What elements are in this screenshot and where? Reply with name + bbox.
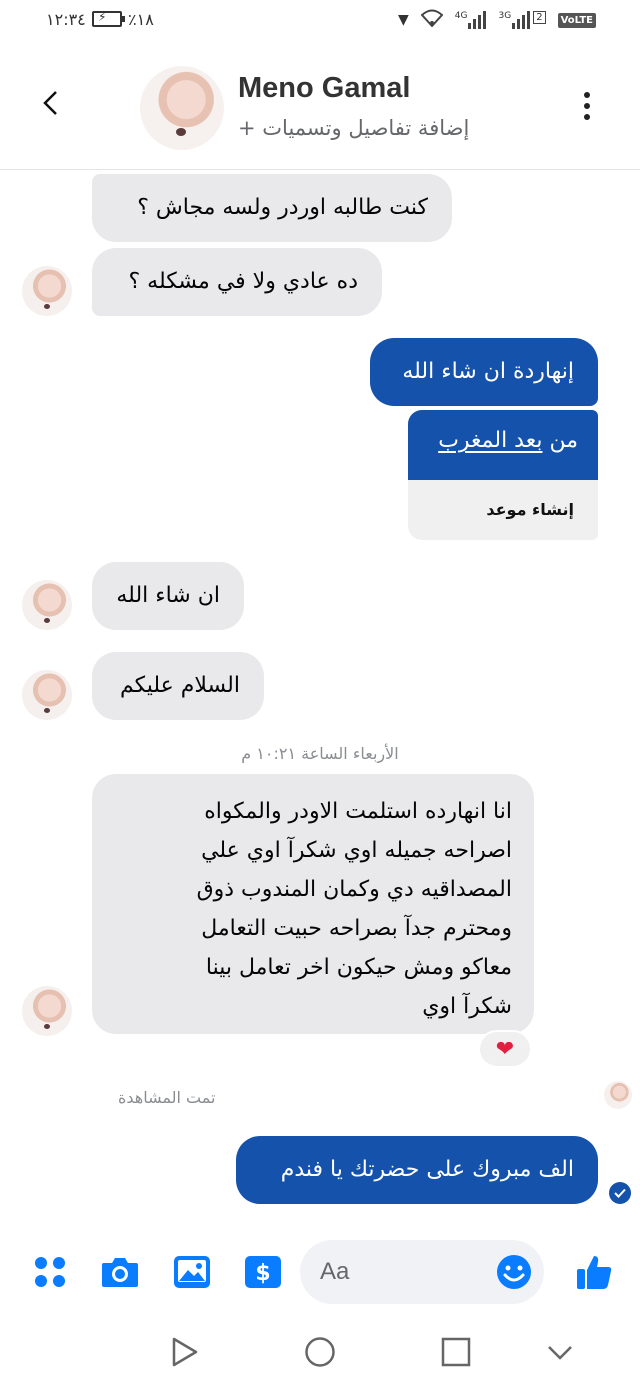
gallery-icon[interactable] [172,1252,212,1292]
status-icons: ▼ 4G 3G 2 VoLTE [398,9,596,31]
battery-percent: ٪١٨ [128,10,154,29]
message-line: معاكو ومش حيكون اخر تعامل بينا [205,955,512,980]
payment-icon[interactable]: $ [243,1252,283,1292]
battery-icon: ⚡ [92,10,125,27]
message-bubble-incoming[interactable]: ده عادي ولا في مشكله ؟ [92,248,382,316]
recents-square-icon[interactable] [440,1336,472,1368]
back-arrow-icon[interactable] [40,90,62,115]
conversation-header: Meno Gamal + إضافة تفاصيل وتسميات [0,44,640,170]
alarm-icon: ▼ [398,12,409,28]
chevron-down-icon[interactable] [544,1336,576,1368]
appointment-suggestion-card[interactable]: من بعد المغرب إنشاء موعد [408,410,598,540]
home-circle-icon[interactable] [304,1336,336,1368]
message-text: ان شاء الله [116,583,220,608]
message-line: شكرآ اوي [422,994,512,1019]
contact-avatar-small[interactable] [22,266,72,316]
message-text: السلام عليكم [119,673,240,698]
message-bubble-incoming-long[interactable]: انا انهارده استلمت الاودر والمكواه اصراح… [92,774,534,1034]
message-line: المصداقيه دي وكمان المندوب ذوق [196,877,512,902]
like-thumbs-up-icon[interactable] [574,1252,614,1292]
seen-avatar [604,1081,632,1109]
signal-3g-icon: 3G 2 [498,11,546,29]
message-text: ده عادي ولا في مشكله ؟ [128,269,358,294]
contact-avatar[interactable] [140,66,224,150]
message-text: الف مبروك على حضرتك يا فندم [280,1157,574,1182]
status-bar: ١٢:٣٤ ⚡ ٪١٨ ▼ 4G 3G 2 VoLTE [0,0,640,44]
delivered-check-icon [609,1182,631,1204]
message-timestamp: الأربعاء الساعة ١٠:٢١ م [241,744,399,763]
emoji-icon[interactable] [496,1254,532,1290]
seen-label: تمت المشاهدة [118,1088,216,1107]
time-link[interactable]: بعد المغرب [438,428,542,453]
message-text: إنهاردة ان شاء الله [402,359,574,384]
message-input[interactable] [320,1254,480,1290]
camera-icon[interactable] [100,1252,140,1292]
apps-grid-icon[interactable] [30,1252,70,1292]
message-text: كنت طالبه اوردر ولسه مجاش ؟ [137,195,428,220]
contact-avatar-small[interactable] [22,986,72,1036]
back-triangle-icon[interactable] [168,1336,200,1368]
appointment-message: من بعد المغرب [408,410,598,480]
signal-4g-icon: 4G [455,11,487,29]
contact-avatar-small[interactable] [22,580,72,630]
message-bubble-outgoing[interactable]: إنهاردة ان شاء الله [370,338,598,406]
system-nav-bar [0,1314,640,1386]
more-options-icon[interactable] [582,92,592,120]
message-line: ومحترم جدآ بصراحه حبيت التعامل [201,916,512,941]
heart-reaction-icon[interactable]: ❤ [478,1030,532,1068]
status-time: ١٢:٣٤ [46,10,86,29]
message-line: اصراحه جميله اوي شكرآ اوي علي [201,838,512,863]
message-bubble-incoming[interactable]: ان شاء الله [92,562,244,630]
contact-name[interactable]: Meno Gamal [238,72,410,105]
message-bubble-incoming[interactable]: السلام عليكم [92,652,264,720]
svg-text:$: $ [255,1261,270,1286]
message-bubble-incoming[interactable]: كنت طالبه اوردر ولسه مجاش ؟ [92,174,452,242]
volte-badge: VoLTE [557,12,596,28]
message-input-container[interactable] [300,1240,544,1304]
add-details-link[interactable]: + إضافة تفاصيل وتسميات [238,116,469,140]
message-line: انا انهارده استلمت الاودر والمكواه [204,799,512,824]
sim-badge: 2 [533,11,546,24]
wifi-icon [420,9,444,31]
create-appointment-button[interactable]: إنشاء موعد [408,480,598,540]
composer-bar: $ [0,1232,640,1314]
message-bubble-outgoing[interactable]: الف مبروك على حضرتك يا فندم [236,1136,598,1204]
contact-avatar-small[interactable] [22,670,72,720]
